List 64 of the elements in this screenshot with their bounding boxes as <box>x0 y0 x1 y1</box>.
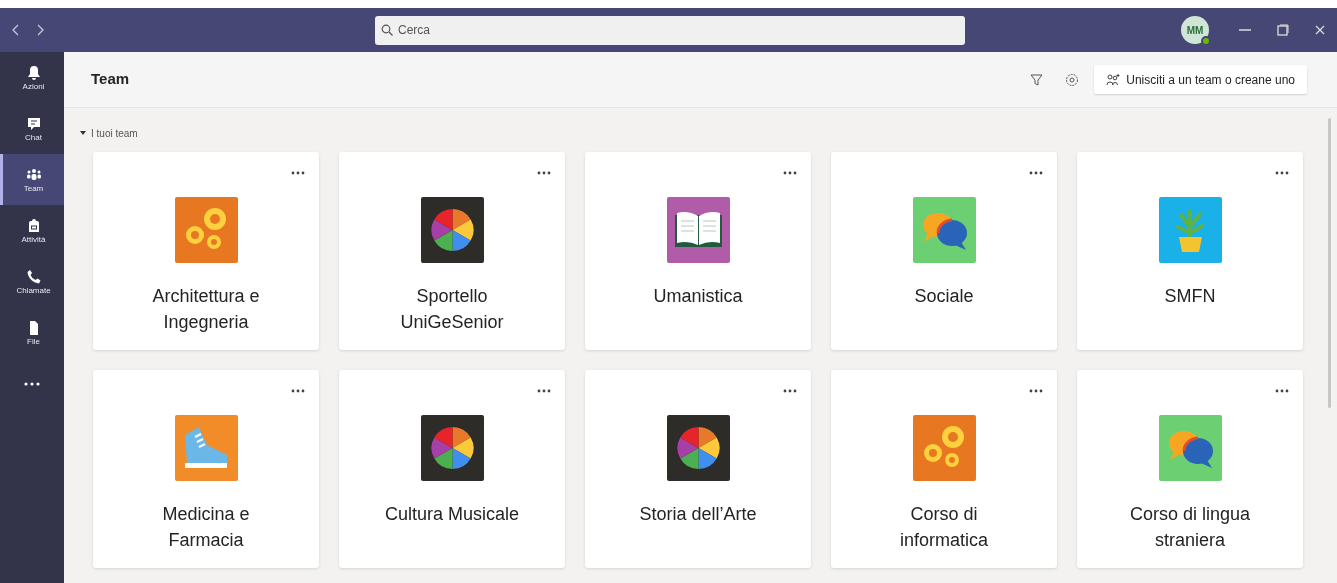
more-apps-icon[interactable] <box>24 382 40 386</box>
team-card[interactable]: Corso di lingua straniera <box>1077 370 1303 568</box>
team-card[interactable]: Medicina e Farmacia <box>93 370 319 568</box>
app-bar-item[interactable]: Chat <box>0 103 64 154</box>
chat-icon <box>25 115 42 132</box>
more-options-icon[interactable] <box>291 389 305 393</box>
more-options-icon[interactable] <box>783 389 797 393</box>
book-icon <box>666 197 730 263</box>
forward-icon[interactable] <box>36 24 44 36</box>
more-options-icon[interactable] <box>1275 171 1289 175</box>
pie-chart-icon <box>420 415 484 481</box>
team-card[interactable]: Storia dell’Arte <box>585 370 811 568</box>
team-name: Medicina e Farmacia <box>161 503 251 552</box>
section-toggle[interactable]: I tuoi team <box>80 126 1328 140</box>
team-card[interactable]: Architettura e Ingegneria <box>93 152 319 350</box>
team-name: SMFN <box>1163 285 1217 308</box>
join-or-create-team-button[interactable]: Unisciti a un team o creane uno <box>1094 65 1307 94</box>
more-options-icon[interactable] <box>1275 389 1289 393</box>
team-name: Cultura Musicale <box>383 503 521 526</box>
potted-plant-icon <box>1158 197 1222 263</box>
app-bar-item[interactable]: Chiamate <box>0 256 64 307</box>
team-card[interactable]: SMFN <box>1077 152 1303 350</box>
sneaker-icon <box>174 415 238 481</box>
team-card[interactable]: Cultura Musicale <box>339 370 565 568</box>
team-card[interactable]: Sociale <box>831 152 1057 350</box>
people-icon <box>25 166 42 183</box>
avatar[interactable]: MM <box>1181 16 1209 44</box>
back-icon[interactable] <box>12 24 20 36</box>
restore-icon[interactable] <box>1277 24 1289 36</box>
settings-icon[interactable] <box>1065 72 1080 87</box>
gears-icon <box>174 197 238 263</box>
team-name: Storia dell’Arte <box>638 503 758 526</box>
close-icon[interactable] <box>1315 25 1325 35</box>
team-card[interactable]: Umanistica <box>585 152 811 350</box>
team-name: Corso di lingua straniera <box>1128 503 1252 552</box>
add-people-icon <box>1106 73 1121 86</box>
team-name: Corso di informatica <box>899 503 989 552</box>
search-icon <box>381 23 393 36</box>
more-options-icon[interactable] <box>291 171 305 175</box>
app-bar-item[interactable]: File <box>0 307 64 358</box>
more-options-icon[interactable] <box>537 389 551 393</box>
speech-bubbles-icon <box>1158 415 1222 481</box>
speech-bubbles-icon <box>912 197 976 263</box>
page-title: Team <box>91 69 130 90</box>
pie-chart-icon <box>666 415 730 481</box>
app-bar-item[interactable]: Attività <box>0 205 64 256</box>
team-name: Architettura e Ingegneria <box>151 285 261 334</box>
pie-chart-icon <box>420 197 484 263</box>
team-name: Sociale <box>913 285 975 308</box>
phone-icon <box>25 268 42 285</box>
search-field[interactable]: Cerca <box>375 15 965 45</box>
team-name: Umanistica <box>652 285 744 308</box>
more-options-icon[interactable] <box>783 171 797 175</box>
more-options-icon[interactable] <box>1029 171 1043 175</box>
team-card[interactable]: Corso di informatica <box>831 370 1057 568</box>
app-bar-item[interactable]: Azioni <box>0 52 64 103</box>
filter-icon[interactable] <box>1030 73 1044 86</box>
app-bar-item[interactable]: Team <box>0 154 64 205</box>
team-name: Sportello UniGeSenior <box>399 285 505 334</box>
more-options-icon[interactable] <box>1029 389 1043 393</box>
team-card[interactable]: Sportello UniGeSenior <box>339 152 565 350</box>
gears-icon <box>912 415 976 481</box>
bell-icon <box>25 64 42 81</box>
more-options-icon[interactable] <box>537 171 551 175</box>
